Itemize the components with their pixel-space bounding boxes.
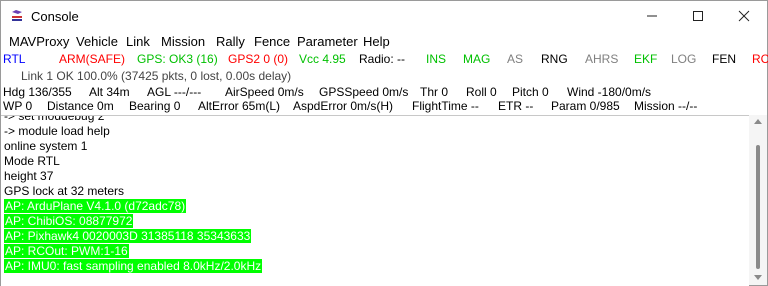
status-as: AS [507, 52, 524, 66]
console-line-text: -> module load help [4, 124, 110, 138]
menu-mavproxy[interactable]: MAVProxy [9, 34, 69, 49]
status-vcc: Vcc 4.95 [299, 52, 346, 66]
console-line: AP: Pixhawk4 0020003D 31385118 35343633 [4, 229, 252, 243]
console-line-text: Mode RTL [4, 154, 60, 168]
console-window: Console MAVProxy Vehicle Link Mission Ra… [0, 0, 768, 286]
status-ahrs: AHRS [585, 52, 619, 66]
console-output[interactable]: -> set moddebug 2 -> module load help on… [1, 115, 749, 286]
close-button[interactable] [721, 1, 767, 31]
status-gps: GPS: OK3 (16) [137, 52, 218, 66]
mavproxy-app-icon [9, 8, 25, 24]
status-ekf: EKF [634, 52, 658, 66]
scroll-thumb[interactable] [756, 145, 760, 269]
console-line-text: AP: IMU0: fast sampling enabled 8.0kHz/2… [4, 259, 263, 273]
menu-mission[interactable]: Mission [161, 34, 205, 49]
status-ins: INS [426, 52, 447, 66]
console-line: GPS lock at 32 meters [4, 184, 124, 198]
status-mag: MAG [463, 52, 491, 66]
menu-parameter[interactable]: Parameter [297, 34, 358, 49]
scroll-down-icon[interactable] [754, 275, 762, 280]
nav-etr: ETR -- [498, 99, 534, 113]
nav-distance: Distance 0m [47, 99, 114, 113]
console-scrollbar[interactable] [749, 115, 767, 285]
status-log: LOG [671, 52, 697, 66]
console-line-text: AP: ChibiOS: 08877972 [4, 214, 134, 228]
minimize-button[interactable] [629, 1, 675, 31]
status-fen: FEN [712, 52, 736, 66]
menu-link[interactable]: Link [126, 34, 150, 49]
status-rng: RNG [541, 52, 568, 66]
console-line-text: AP: RCOut: PWM:1-16 [4, 244, 129, 258]
nav-alterror: AltError 65m(L) [198, 99, 281, 113]
console-line: height 37 [4, 169, 53, 183]
console-line: AP: ChibiOS: 08877972 [4, 214, 134, 228]
window-title: Console [31, 9, 79, 24]
console-line-text: online system 1 [4, 139, 88, 153]
minimize-icon [647, 15, 657, 17]
nav-mission: Mission --/-- [634, 99, 698, 113]
console-line: online system 1 [4, 139, 87, 153]
menu-help[interactable]: Help [363, 34, 390, 49]
navigation-row: WP 0 Distance 0m Bearing 0 AltError 65m(… [1, 97, 767, 115]
status-radio: Radio: -- [359, 52, 406, 66]
status-rc: RC [752, 52, 768, 66]
close-icon [738, 10, 750, 22]
console-line-text: -> set moddebug 2 [4, 115, 105, 123]
status-mode: RTL [3, 52, 26, 66]
console-line-text: height 37 [4, 169, 54, 183]
console-line: AP: RCOut: PWM:1-16 [4, 244, 129, 258]
status-gps2: GPS2 0 (0) [228, 52, 289, 66]
scroll-up-icon[interactable] [754, 119, 762, 124]
menu-rally[interactable]: Rally [216, 34, 245, 49]
console-line: -> set moddebug 2 [4, 115, 105, 123]
console-line: AP: IMU0: fast sampling enabled 8.0kHz/2… [4, 259, 263, 273]
console-line-text: AP: ArduPlane V4.1.0 (d72adc78) [4, 199, 187, 213]
nav-flighttime: FlightTime -- [412, 99, 479, 113]
menu-fence[interactable]: Fence [254, 34, 290, 49]
status-arm: ARM(SAFE) [59, 52, 125, 66]
console-line: AP: ArduPlane V4.1.0 (d72adc78) [4, 199, 187, 213]
maximize-icon [693, 11, 703, 21]
title-bar[interactable]: Console [1, 1, 767, 31]
nav-param: Param 0/985 [551, 99, 620, 113]
nav-wp: WP 0 [3, 99, 33, 113]
console-line: -> module load help [4, 124, 110, 138]
menu-vehicle[interactable]: Vehicle [76, 34, 118, 49]
link-status: Link 1 OK 100.0% (37425 pkts, 0 lost, 0.… [21, 69, 292, 83]
menu-bar: MAVProxy Vehicle Link Mission Rally Fenc… [1, 31, 767, 51]
console-line-text: AP: Pixhawk4 0020003D 31385118 35343633 [4, 229, 252, 243]
status-row: RTL ARM(SAFE) GPS: OK3 (16) GPS2 0 (0) V… [1, 50, 768, 68]
nav-bearing: Bearing 0 [129, 99, 181, 113]
maximize-button[interactable] [675, 1, 721, 31]
nav-aspderror: AspdError 0m/s(H) [293, 99, 394, 113]
console-line: Mode RTL [4, 154, 60, 168]
console-line-text: GPS lock at 32 meters [4, 184, 125, 198]
